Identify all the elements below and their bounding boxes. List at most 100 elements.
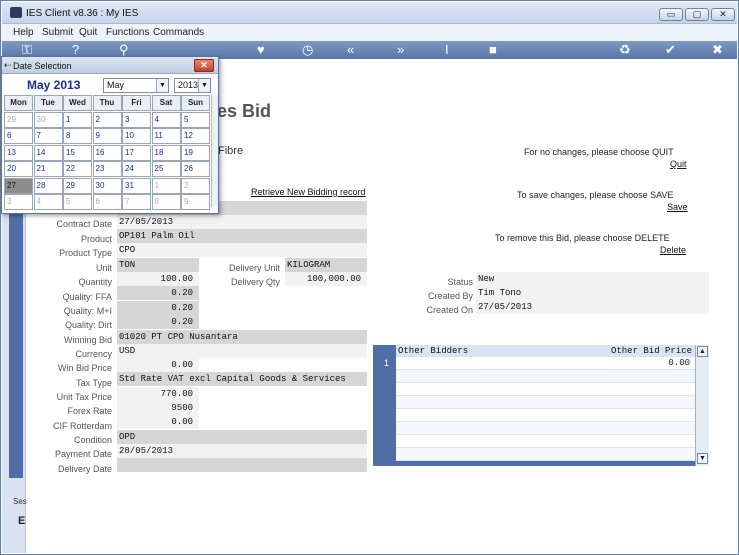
- scroll-down-icon[interactable]: ▼: [697, 453, 708, 464]
- calendar-day[interactable]: 1: [151, 177, 181, 194]
- delivery-unit-field[interactable]: KILOGRAM: [285, 258, 367, 272]
- calendar-day[interactable]: 6: [4, 128, 33, 144]
- check-icon[interactable]: ✔: [665, 42, 676, 58]
- cif-rotterdam-field[interactable]: 0.00: [117, 415, 199, 429]
- unit-field[interactable]: TON: [117, 258, 199, 272]
- heart-icon[interactable]: ♥: [257, 42, 265, 58]
- table-row[interactable]: [396, 370, 696, 383]
- table-row[interactable]: [396, 409, 696, 422]
- calendar-day[interactable]: 24: [122, 161, 151, 177]
- calendar-day[interactable]: 18: [151, 144, 181, 161]
- calendar-day-selected[interactable]: 27: [4, 177, 33, 194]
- col-other-bidders[interactable]: Other Bidders: [398, 346, 468, 356]
- menu-submit[interactable]: Submit: [42, 27, 73, 38]
- recycle-icon[interactable]: ♻: [619, 42, 631, 58]
- close-window-button[interactable]: ✕: [711, 8, 735, 21]
- contract-date-field[interactable]: 27/05/2013: [117, 215, 367, 229]
- quality-ffa-field[interactable]: 0.20: [117, 286, 199, 300]
- year-select[interactable]: 2013 ▼: [174, 78, 211, 93]
- dialog-close-button[interactable]: ✕: [194, 59, 214, 72]
- close-icon[interactable]: ✖: [712, 42, 723, 58]
- menu-quit[interactable]: Quit: [79, 27, 97, 38]
- payment-date-field[interactable]: 28/05/2013: [117, 444, 367, 458]
- calendar-day[interactable]: 20: [4, 161, 33, 177]
- calendar-day[interactable]: 5: [63, 194, 92, 210]
- history-icon[interactable]: ◷: [302, 42, 313, 58]
- calendar-day[interactable]: 21: [33, 161, 63, 177]
- dialog-title-bar[interactable]: ⇠ Date Selection ✕: [2, 57, 218, 74]
- calendar-day[interactable]: 31: [122, 177, 151, 194]
- quality-dirt-field[interactable]: 0.20: [117, 315, 199, 329]
- calendar-day[interactable]: 25: [151, 161, 181, 177]
- winning-bid-field[interactable]: 01020 PT CPO Nusantara: [117, 330, 367, 344]
- table-row[interactable]: [396, 448, 696, 461]
- calendar-day[interactable]: 6: [92, 194, 122, 210]
- calendar-day[interactable]: 2: [181, 177, 210, 194]
- calendar-day[interactable]: 12: [181, 128, 210, 144]
- quit-link[interactable]: Quit: [670, 159, 687, 169]
- unit-tax-price-field[interactable]: 770.00: [117, 387, 199, 401]
- calendar-day[interactable]: 13: [4, 144, 33, 161]
- retrieve-bidding-link[interactable]: Retrieve New Bidding record: [251, 187, 366, 197]
- delivery-qty-field[interactable]: 100,000.00: [285, 272, 367, 286]
- calendar-day[interactable]: 7: [122, 194, 151, 210]
- win-bid-price-field[interactable]: 0.00: [117, 358, 199, 372]
- quality-mi-field[interactable]: 0.20: [117, 301, 199, 315]
- calendar-day[interactable]: 30: [92, 177, 122, 194]
- session-icon[interactable]: E: [18, 515, 25, 527]
- menu-commands[interactable]: Commands: [153, 27, 204, 38]
- calendar-day[interactable]: 5: [181, 111, 210, 128]
- next-icon[interactable]: »: [397, 42, 404, 58]
- col-other-bid-price[interactable]: Other Bid Price: [611, 346, 692, 356]
- tax-type-field[interactable]: Std Rate VAT excl Capital Goods & Servic…: [117, 372, 367, 386]
- table-row[interactable]: [396, 422, 696, 435]
- table-row[interactable]: [396, 435, 696, 448]
- calendar-day[interactable]: 3: [4, 194, 33, 210]
- condition-field[interactable]: OPD: [117, 430, 367, 444]
- calendar-day[interactable]: 17: [122, 144, 151, 161]
- forex-rate-field[interactable]: 9500: [117, 401, 199, 415]
- calendar-day[interactable]: 30: [33, 111, 63, 128]
- product-type-field[interactable]: CPO: [117, 243, 367, 257]
- calendar-day[interactable]: 2: [92, 111, 122, 128]
- delivery-date-field[interactable]: [117, 458, 367, 472]
- calendar-day[interactable]: 7: [33, 128, 63, 144]
- save-link[interactable]: Save: [667, 202, 688, 212]
- grid-scrollbar[interactable]: ▲ ▼: [695, 345, 709, 466]
- table-row[interactable]: [396, 383, 696, 396]
- calendar-day[interactable]: 29: [63, 177, 92, 194]
- calendar-day[interactable]: 23: [92, 161, 122, 177]
- calendar-day[interactable]: 4: [151, 111, 181, 128]
- calendar-day[interactable]: 22: [63, 161, 92, 177]
- scroll-up-icon[interactable]: ▲: [697, 346, 708, 357]
- menu-functions[interactable]: Functions: [106, 27, 149, 38]
- product-field[interactable]: OP101 Palm Oil: [117, 229, 367, 243]
- calendar-day[interactable]: 19: [181, 144, 210, 161]
- table-row[interactable]: 0.00: [396, 357, 696, 370]
- calendar-day[interactable]: 1: [63, 111, 92, 128]
- month-select[interactable]: May ▼: [103, 78, 169, 93]
- first-icon[interactable]: «: [347, 42, 354, 58]
- calendar-day[interactable]: 26: [181, 161, 210, 177]
- menu-help[interactable]: Help: [13, 27, 34, 38]
- calendar-day[interactable]: 4: [33, 194, 63, 210]
- calendar-day[interactable]: 15: [63, 144, 92, 161]
- currency-field[interactable]: USD: [117, 344, 367, 358]
- calendar-day[interactable]: 8: [151, 194, 181, 210]
- table-row[interactable]: [396, 396, 696, 409]
- delete-link[interactable]: Delete: [660, 245, 686, 255]
- stop-icon[interactable]: ■: [489, 42, 497, 58]
- calendar-day[interactable]: 9: [181, 194, 210, 210]
- calendar-day[interactable]: 10: [122, 128, 151, 144]
- calendar-day[interactable]: 28: [33, 177, 63, 194]
- quantity-field[interactable]: 100.00: [117, 272, 199, 286]
- calendar-day[interactable]: 3: [122, 111, 151, 128]
- calendar-day[interactable]: 8: [63, 128, 92, 144]
- maximize-button[interactable]: ▢: [685, 8, 709, 21]
- calendar-day[interactable]: 14: [33, 144, 63, 161]
- minimize-button[interactable]: ▭: [659, 8, 683, 21]
- calendar-day[interactable]: 9: [92, 128, 122, 144]
- calendar-day[interactable]: 11: [151, 128, 181, 144]
- calendar-day[interactable]: 29: [4, 111, 33, 128]
- cursor-icon[interactable]: I: [445, 42, 449, 58]
